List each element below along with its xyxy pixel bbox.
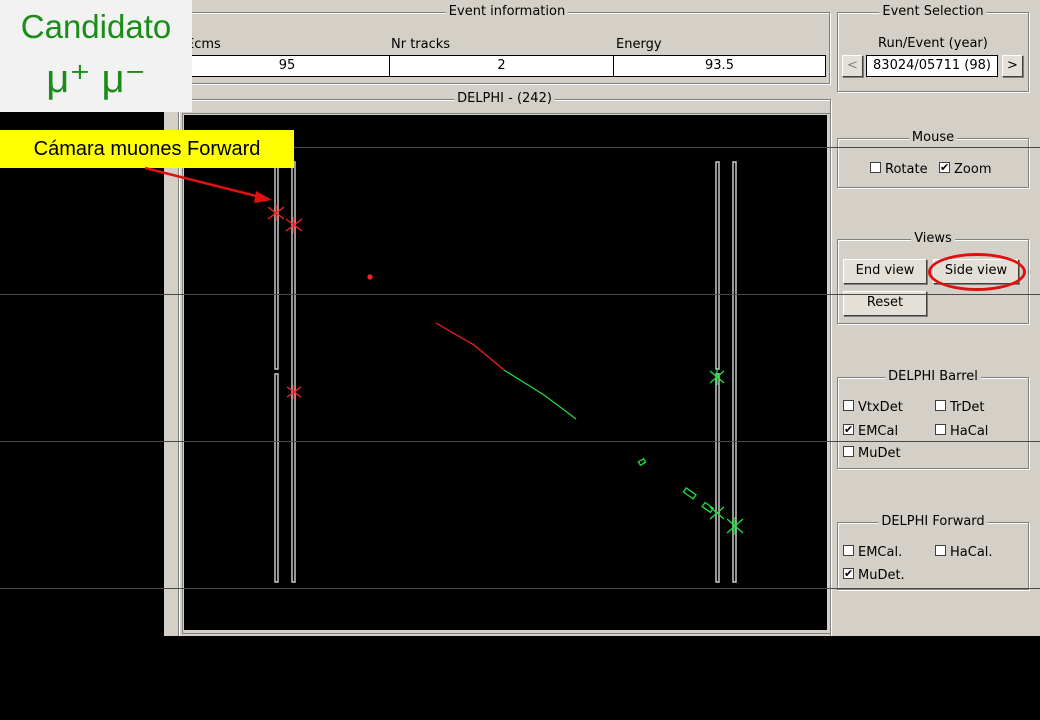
event-display-svg[interactable] (184, 115, 827, 630)
forward-hacal-label: HaCal. (950, 545, 993, 560)
event-selection-group: Event Selection (837, 4, 1029, 92)
next-event-button[interactable]: > (1002, 55, 1023, 77)
barrel-hacal-label: HaCal (950, 424, 989, 439)
delphi-forward-legend: DELPHI Forward (878, 514, 988, 529)
zoom-checkbox[interactable]: ✔ Zoom (939, 162, 991, 177)
barrel-hacal-checkbox[interactable]: HaCal (935, 424, 988, 439)
barrel-emcal-label: EMCal (858, 424, 899, 439)
barrel-emcal-checkbox[interactable]: ✔ EMCal (843, 424, 898, 439)
side-view-highlight-ring (928, 253, 1026, 291)
barrel-emcal-checkbox-box[interactable]: ✔ (843, 424, 854, 435)
event-display-canvas[interactable] (184, 115, 827, 630)
views-legend: Views (911, 231, 955, 246)
event-selection-legend: Event Selection (879, 4, 987, 19)
vtxdet-label: VtxDet (858, 400, 903, 415)
left-muon-chambers (274, 161, 296, 583)
left-chamber-outer-upper (274, 161, 279, 370)
rotate-label: Rotate (885, 162, 928, 177)
end-view-button[interactable]: End view (843, 259, 927, 284)
red-hit-3 (286, 385, 302, 399)
energy-label: Energy (616, 37, 662, 52)
red-hit-2 (285, 217, 303, 233)
trdet-checkbox-box[interactable] (935, 400, 946, 411)
green-track (503, 369, 577, 420)
nr-tracks-label: Nr tracks (391, 37, 451, 52)
forward-mudet-checkbox[interactable]: ✔ MuDet. (843, 568, 905, 583)
vtxdet-checkbox-box[interactable] (843, 400, 854, 411)
right-chamber-outer-upper (715, 161, 720, 370)
green-cluster-2 (682, 487, 697, 500)
candidate-title-box: Candidato μ⁺ μ⁻ (0, 0, 192, 112)
guide-line-4 (0, 588, 1040, 589)
green-cluster-1 (637, 457, 647, 467)
trdet-label: TrDet (950, 400, 985, 415)
delphi-display-legend: DELPHI - (242) (454, 91, 555, 106)
forward-mudet-checkbox-box[interactable]: ✔ (843, 568, 854, 579)
guide-line-2 (0, 294, 1040, 295)
red-hit-1 (267, 205, 285, 221)
forward-emcal-label: EMCal. (858, 545, 903, 560)
forward-mudet-label: MuDet. (858, 568, 905, 583)
mouse-legend: Mouse (908, 130, 958, 145)
barrel-mudet-label: MuDet (858, 446, 901, 461)
right-muon-chambers (715, 161, 737, 583)
green-hits (637, 369, 744, 535)
barrel-mudet-checkbox[interactable]: MuDet (843, 446, 901, 461)
forward-hacal-checkbox-box[interactable] (935, 545, 946, 556)
delphi-barrel-legend: DELPHI Barrel (885, 369, 981, 384)
barrel-mudet-checkbox-box[interactable] (843, 446, 854, 457)
mouse-group: Mouse (837, 130, 1029, 188)
green-cluster-3 (701, 501, 715, 514)
run-event-value[interactable]: 83024/05711 (98) (866, 55, 998, 77)
forward-emcal-checkbox[interactable]: EMCal. (843, 545, 902, 560)
zoom-label: Zoom (954, 162, 992, 177)
muon-pair-title: μ⁺ μ⁻ (46, 57, 146, 101)
red-hits (267, 205, 373, 399)
previous-event-button[interactable]: < (842, 55, 863, 77)
event-information-legend: Event information (445, 4, 569, 19)
zoom-checkbox-box[interactable]: ✔ (939, 162, 950, 173)
forward-muon-chamber-callout: Cámara muones Forward (0, 130, 294, 168)
red-hit-4 (367, 274, 373, 280)
red-track (435, 322, 505, 371)
right-chamber-outer-lower (715, 373, 720, 583)
trdet-checkbox[interactable]: TrDet (935, 400, 984, 415)
forward-emcal-checkbox-box[interactable] (843, 545, 854, 556)
energy-value: 93.5 (613, 55, 826, 77)
barrel-hacal-checkbox-box[interactable] (935, 424, 946, 435)
guide-line-3 (0, 441, 1040, 442)
ecms-value: 95 (184, 55, 390, 77)
vtxdet-checkbox[interactable]: VtxDet (843, 400, 903, 415)
forward-hacal-checkbox[interactable]: HaCal. (935, 545, 993, 560)
rotate-checkbox[interactable]: Rotate (870, 162, 928, 177)
green-hit-1 (709, 369, 725, 385)
left-chamber-outer-lower (274, 373, 279, 583)
green-hit-3 (726, 517, 744, 535)
run-event-label: Run/Event (year) (878, 36, 988, 51)
nr-tracks-value: 2 (389, 55, 614, 77)
rotate-checkbox-box[interactable] (870, 162, 881, 173)
candidate-title: Candidato (20, 8, 172, 45)
